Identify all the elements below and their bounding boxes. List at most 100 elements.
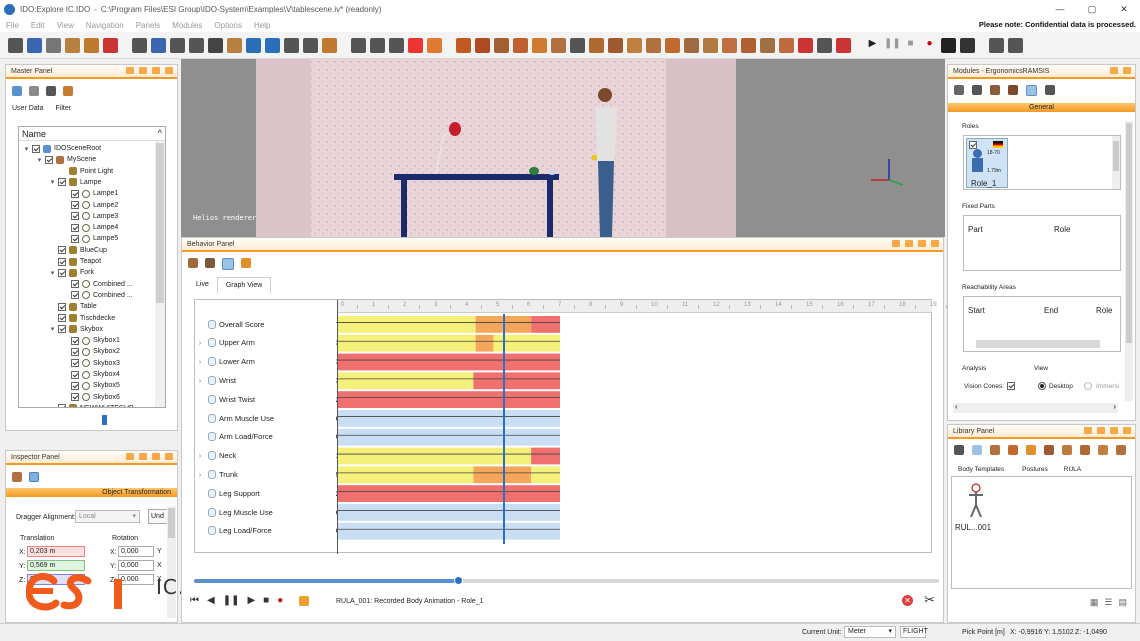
- tree-item[interactable]: Skybox5: [62, 380, 120, 391]
- cancel-icon[interactable]: ✕: [902, 595, 913, 606]
- person-icon[interactable]: [532, 38, 547, 53]
- roles-scrollbar[interactable]: [1112, 136, 1120, 189]
- tab-body-templates[interactable]: Body Templates: [948, 465, 1014, 474]
- menu-file[interactable]: File: [6, 21, 19, 30]
- panel-back-icon[interactable]: [165, 453, 173, 460]
- tab-postures[interactable]: Postures: [1014, 465, 1056, 474]
- score-row[interactable]: Leg Muscle Use0: [195, 503, 340, 521]
- minimize-button[interactable]: —: [1044, 0, 1076, 18]
- person-icon[interactable]: [494, 38, 509, 53]
- menu-modules[interactable]: Modules: [172, 21, 202, 30]
- visibility-checkbox[interactable]: [71, 381, 79, 390]
- close-window-button[interactable]: ✕: [1108, 0, 1140, 18]
- visibility-checkbox[interactable]: [58, 257, 66, 266]
- expand-chevron-icon[interactable]: ›: [195, 470, 205, 479]
- visibility-checkbox[interactable]: [58, 404, 66, 407]
- timeline-track[interactable]: [194, 579, 939, 583]
- expand-toggle-icon[interactable]: ▾: [49, 325, 56, 333]
- visibility-checkbox[interactable]: [71, 370, 79, 379]
- visibility-checkbox[interactable]: [58, 325, 66, 334]
- maximize-button[interactable]: ▢: [1076, 0, 1108, 18]
- score-row[interactable]: ›Upper Arm3: [195, 334, 340, 352]
- grasp-icon[interactable]: [1008, 445, 1018, 455]
- ergo-icon[interactable]: [646, 38, 661, 53]
- tree-item[interactable]: ▾ Skybox: [49, 324, 103, 335]
- panel-back-icon[interactable]: [1123, 427, 1131, 434]
- panel-menu-icon[interactable]: [126, 67, 134, 74]
- list-view-icon[interactable]: ☰: [1104, 597, 1112, 608]
- rula-item-icon[interactable]: [964, 483, 988, 521]
- rotation-x-input[interactable]: 0,000: [118, 546, 154, 557]
- rula-score-bars[interactable]: [338, 314, 932, 554]
- ergo-icon[interactable]: [779, 38, 794, 53]
- scroll-up-icon[interactable]: ^: [158, 128, 162, 138]
- navigation-mode[interactable]: FLIGHT: [900, 626, 928, 638]
- immersive-radio[interactable]: [1084, 382, 1092, 390]
- visibility-checkbox[interactable]: [71, 291, 79, 300]
- fixed-role-column[interactable]: Role: [1054, 225, 1070, 234]
- tree-item[interactable]: ▾ MyScene: [36, 154, 96, 165]
- object-icon[interactable]: [1116, 445, 1126, 455]
- modules-vscrollbar[interactable]: [1125, 121, 1133, 401]
- nav-icon[interactable]: [351, 38, 366, 53]
- open-box-icon[interactable]: [65, 38, 80, 53]
- paint-icon[interactable]: [27, 38, 42, 53]
- highlight-icon[interactable]: [241, 258, 251, 268]
- tree-name-column[interactable]: Name: [22, 129, 46, 139]
- tree-item[interactable]: ▾ Lampe: [49, 177, 101, 188]
- panel-arrows-icon[interactable]: [918, 240, 926, 247]
- manikin-icon[interactable]: [972, 85, 982, 95]
- panel-float-icon[interactable]: [1097, 427, 1105, 434]
- tree-item[interactable]: Teapot: [49, 256, 101, 267]
- tree-item[interactable]: Skybox3: [62, 358, 120, 369]
- menu-edit[interactable]: Edit: [31, 21, 45, 30]
- ergo-icon[interactable]: [760, 38, 775, 53]
- color-wheel-icon[interactable]: [408, 38, 423, 53]
- modules-hscrollbar[interactable]: ‹ ›: [953, 402, 1118, 413]
- detail-view-icon[interactable]: ▤: [1118, 597, 1127, 608]
- walk-icon[interactable]: [990, 445, 1000, 455]
- zoom-icon[interactable]: [389, 38, 404, 53]
- visibility-checkbox[interactable]: [58, 302, 66, 311]
- role-card[interactable]: 18-70 1.79m Role_1: [966, 138, 1008, 188]
- panel-arrows-icon[interactable]: [152, 453, 160, 460]
- tab-filter[interactable]: Filter: [56, 105, 72, 112]
- ergo-icon[interactable]: [798, 38, 813, 53]
- role-checkbox[interactable]: [969, 141, 977, 149]
- gear-icon[interactable]: [132, 38, 147, 53]
- panel-menu-icon[interactable]: [1084, 427, 1092, 434]
- visibility-checkbox[interactable]: [71, 280, 79, 289]
- lamp-icon[interactable]: [1026, 445, 1036, 455]
- box-icon[interactable]: [84, 38, 99, 53]
- arrows-icon[interactable]: [989, 38, 1004, 53]
- tab-live[interactable]: Live: [188, 277, 217, 293]
- expand-chevron-icon[interactable]: ›: [195, 376, 205, 385]
- visibility-checkbox[interactable]: [71, 189, 79, 198]
- menu-navigation[interactable]: Navigation: [86, 21, 124, 30]
- tree-item[interactable]: Skybox1: [62, 335, 120, 346]
- panel-float-icon[interactable]: [139, 453, 147, 460]
- ergo-icon[interactable]: [608, 38, 623, 53]
- record-icon[interactable]: ●: [922, 38, 937, 53]
- record-icon[interactable]: ●: [277, 595, 283, 606]
- person-icon[interactable]: [513, 38, 528, 53]
- score-row[interactable]: ›Lower Arm3: [195, 353, 340, 371]
- panel-back-icon[interactable]: [931, 240, 939, 247]
- time-ruler[interactable]: 0 1 2 3 4 5 6 7 8 9 10 11 12 13 14 15 16 17 18 19: [338, 300, 947, 313]
- skip-icon[interactable]: [960, 38, 975, 53]
- score-row[interactable]: Leg Support2: [195, 484, 340, 502]
- selection-icon[interactable]: [246, 38, 261, 53]
- hand-icon[interactable]: [1080, 445, 1090, 455]
- tree-item[interactable]: Point Light: [49, 166, 113, 177]
- person-icon[interactable]: [551, 38, 566, 53]
- tree-item[interactable]: Combined ...: [62, 290, 133, 301]
- splitter-handle[interactable]: [102, 415, 107, 425]
- 3d-viewport[interactable]: Helios renderer: [181, 59, 945, 237]
- reach-hscrollbar[interactable]: [976, 340, 1100, 348]
- score-row[interactable]: Wrist Twist2: [195, 390, 340, 408]
- tree-item[interactable]: ▾ Fork: [49, 267, 94, 278]
- tree-item[interactable]: ▾ IDOSceneRoot: [23, 143, 101, 154]
- reach-role-column[interactable]: Role: [1096, 306, 1112, 315]
- tree-item[interactable]: Lampe4: [62, 222, 118, 233]
- undo-button[interactable]: Und: [148, 509, 168, 524]
